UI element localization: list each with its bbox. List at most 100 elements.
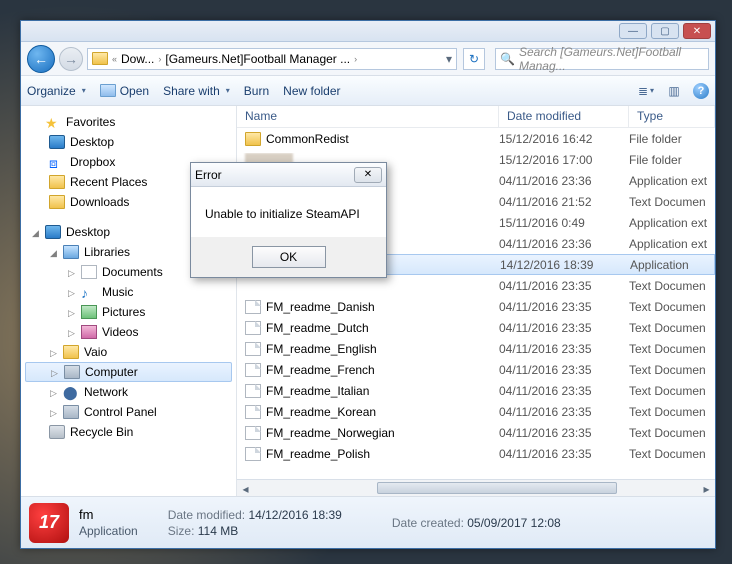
file-type: Text Documen <box>629 195 715 209</box>
maximize-button[interactable]: ▢ <box>651 23 679 39</box>
scroll-right-icon[interactable]: ▸ <box>698 480 715 497</box>
file-name: FM_readme_Italian <box>266 384 369 398</box>
file-name: CommonRedist <box>266 132 349 146</box>
file-date: 04/11/2016 23:35 <box>499 342 629 356</box>
file-row[interactable]: FM_readme_English 04/11/2016 23:35Text Do… <box>237 338 715 359</box>
horizontal-scrollbar[interactable]: ◂ ▸ <box>237 479 715 496</box>
file-type: Text Documen <box>629 384 715 398</box>
file-type: Text Documen <box>629 300 715 314</box>
file-type: File folder <box>629 153 715 167</box>
tree-desktop[interactable]: Desktop <box>25 132 232 152</box>
file-date: 04/11/2016 21:52 <box>499 195 629 209</box>
file-row[interactable]: FM_readme_Korean 04/11/2016 23:35Text Doc… <box>237 401 715 422</box>
file-icon <box>245 363 261 377</box>
file-date: 04/11/2016 23:36 <box>499 237 629 251</box>
refresh-button[interactable]: ↻ <box>463 48 485 70</box>
file-row[interactable]: CommonRedist15/12/2016 16:42File folder <box>237 128 715 149</box>
scrollbar-thumb[interactable] <box>377 482 617 494</box>
file-type: Application <box>630 258 714 272</box>
file-row[interactable]: FM_readme_Polish04/11/2016 23:35Text Doc… <box>237 443 715 464</box>
breadcrumb-part[interactable]: Dow... <box>121 52 154 66</box>
tree-network[interactable]: ▷⬤Network <box>25 382 232 402</box>
close-button[interactable]: ✕ <box>683 23 711 39</box>
file-name: FM_readme_Danish <box>266 300 375 314</box>
file-type: Text Documen <box>629 363 715 377</box>
tree-music[interactable]: ▷♪Music <box>25 282 232 302</box>
details-name: fm <box>79 507 138 522</box>
open-button[interactable]: Open <box>100 84 149 98</box>
dialog-titlebar[interactable]: Error ✕ <box>191 163 386 187</box>
forward-button[interactable]: → <box>59 47 83 71</box>
col-type[interactable]: Type <box>629 106 715 127</box>
tree-computer[interactable]: ▷Computer <box>25 362 232 382</box>
scroll-left-icon[interactable]: ◂ <box>237 480 254 497</box>
chevron-icon: › <box>354 54 357 64</box>
tree-control-panel[interactable]: ▷Control Panel <box>25 402 232 422</box>
file-row[interactable]: FM_readme_French04/11/2016 23:35Text Doc… <box>237 359 715 380</box>
file-name: FM_readme_Norwegian <box>266 426 395 440</box>
dialog-close-button[interactable]: ✕ <box>354 167 382 183</box>
file-icon <box>245 300 261 314</box>
tree-vaio[interactable]: ▷Vaio <box>25 342 232 362</box>
search-placeholder: Search [Gameurs.Net]Football Manag... <box>519 45 704 73</box>
file-row[interactable]: FM_readme_Danish04/11/2016 23:35Text Doc… <box>237 296 715 317</box>
chevron-icon: › <box>158 54 161 64</box>
file-type: Application ext <box>629 237 715 251</box>
breadcrumb-dropdown-icon[interactable]: ▾ <box>446 52 452 66</box>
organize-button[interactable]: Organize <box>27 84 86 98</box>
explorer-window: — ▢ ✕ ← → « Dow... › [Gameurs.Net]Footba… <box>20 20 716 549</box>
tree-videos[interactable]: ▷Videos <box>25 322 232 342</box>
file-row[interactable]: FM_readme_Dutch 04/11/2016 23:35Text Docu… <box>237 317 715 338</box>
folder-icon <box>92 52 108 65</box>
open-icon <box>100 84 116 97</box>
breadcrumb[interactable]: « Dow... › [Gameurs.Net]Football Manager… <box>87 48 457 70</box>
tree-pictures[interactable]: ▷Pictures <box>25 302 232 322</box>
dialog-title: Error <box>195 168 222 182</box>
preview-pane-button[interactable]: ▥ <box>665 82 683 100</box>
file-type: Text Documen <box>629 279 715 293</box>
breadcrumb-part[interactable]: [Gameurs.Net]Football Manager ... <box>165 52 350 66</box>
file-icon <box>245 342 261 356</box>
burn-button[interactable]: Burn <box>244 84 269 98</box>
file-type: Text Documen <box>629 426 715 440</box>
folder-icon <box>245 132 261 146</box>
file-type: Text Documen <box>629 405 715 419</box>
file-icon <box>245 405 261 419</box>
search-input[interactable]: 🔍 Search [Gameurs.Net]Football Manag... <box>495 48 709 70</box>
file-type: Text Documen <box>629 342 715 356</box>
file-type: Text Documen <box>629 447 715 461</box>
file-row[interactable]: 04/11/2016 23:35Text Documen <box>237 275 715 296</box>
toolbar: Organize Open Share with Burn New folder… <box>21 76 715 106</box>
file-icon <box>245 321 261 335</box>
col-date[interactable]: Date modified <box>499 106 629 127</box>
minimize-button[interactable]: — <box>619 23 647 39</box>
file-date: 04/11/2016 23:35 <box>499 405 629 419</box>
share-button[interactable]: Share with <box>163 84 230 98</box>
back-button[interactable]: ← <box>27 45 55 73</box>
file-row[interactable]: FM_readme_Norwegian 04/11/2016 23:35Text … <box>237 422 715 443</box>
file-date: 04/11/2016 23:36 <box>499 174 629 188</box>
nav-row: ← → « Dow... › [Gameurs.Net]Football Man… <box>21 42 715 76</box>
file-icon <box>245 384 261 398</box>
file-type: File folder <box>629 132 715 146</box>
file-date: 04/11/2016 23:35 <box>499 279 629 293</box>
ok-button[interactable]: OK <box>252 246 326 268</box>
file-date: 04/11/2016 23:35 <box>499 426 629 440</box>
file-name: FM_readme_Korean <box>266 405 376 419</box>
help-icon[interactable]: ? <box>693 83 709 99</box>
file-type: Text Documen <box>629 321 715 335</box>
tree-recycle-bin[interactable]: Recycle Bin <box>25 422 232 442</box>
file-date: 14/12/2016 18:39 <box>500 258 630 272</box>
new-folder-button[interactable]: New folder <box>283 84 340 98</box>
tree-favorites[interactable]: ★Favorites <box>25 112 232 132</box>
file-row[interactable]: FM_readme_Italian04/11/2016 23:35Text Do… <box>237 380 715 401</box>
view-button[interactable]: ≣ <box>637 82 655 100</box>
file-name: FM_readme_Polish <box>266 447 370 461</box>
file-name: FM_readme_English <box>266 342 377 356</box>
dialog-message: Unable to initialize SteamAPI <box>205 207 360 221</box>
col-name[interactable]: Name <box>237 106 499 127</box>
file-date: 04/11/2016 23:35 <box>499 321 629 335</box>
file-name: FM_readme_French <box>266 363 375 377</box>
file-name: FM_readme_Dutch <box>266 321 369 335</box>
titlebar: — ▢ ✕ <box>21 21 715 42</box>
